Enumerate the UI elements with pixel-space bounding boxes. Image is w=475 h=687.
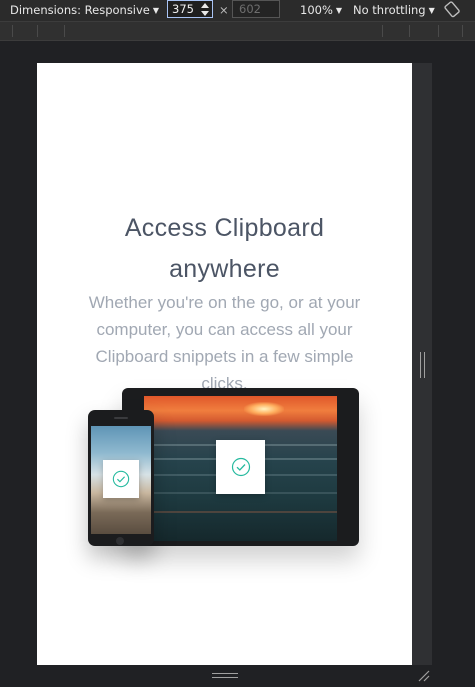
- tablet-check-card: [216, 440, 265, 494]
- media-query-bar[interactable]: [0, 22, 475, 41]
- width-resize-handle[interactable]: [420, 352, 425, 378]
- throttling-dropdown[interactable]: No throttling ▼: [353, 3, 435, 17]
- times-symbol: ×: [219, 3, 229, 17]
- throttling-label: No throttling: [353, 3, 426, 17]
- zoom-dropdown[interactable]: 100% ▼: [300, 3, 342, 17]
- width-input[interactable]: 375: [167, 0, 213, 18]
- check-circle-icon: [112, 470, 130, 488]
- rotate-device-icon[interactable]: [444, 1, 460, 19]
- height-resize-handle[interactable]: [212, 673, 238, 678]
- height-placeholder: 602: [239, 2, 261, 16]
- page-title-line2: anywhere: [169, 255, 280, 283]
- zoom-label: 100%: [300, 3, 333, 17]
- emulated-viewport: Access Clipboard anywhere Whether you're…: [37, 63, 412, 665]
- page-title: Access Clipboard anywhere: [37, 208, 412, 290]
- height-input[interactable]: 602: [232, 0, 280, 18]
- phone-check-card: [103, 460, 139, 498]
- dimensions-dropdown[interactable]: Dimensions: Responsive ▼: [10, 3, 159, 17]
- throttling-caret-icon: ▼: [428, 6, 435, 15]
- dimensions-caret-icon: ▼: [152, 6, 160, 15]
- corner-resize-icon[interactable]: [416, 668, 430, 682]
- width-spinner-icon[interactable]: [201, 2, 209, 16]
- width-value: 375: [172, 2, 194, 16]
- zoom-caret-icon: ▼: [335, 6, 343, 15]
- page-description: Whether you're on the go, or at your com…: [88, 293, 361, 393]
- check-circle-icon: [231, 457, 250, 477]
- dimensions-label: Dimensions: Responsive: [10, 3, 150, 17]
- page-title-line1: Access Clipboard: [124, 214, 325, 242]
- device-toolbar: Dimensions: Responsive ▼ 375 × 602 100% ▼ …: [0, 0, 475, 22]
